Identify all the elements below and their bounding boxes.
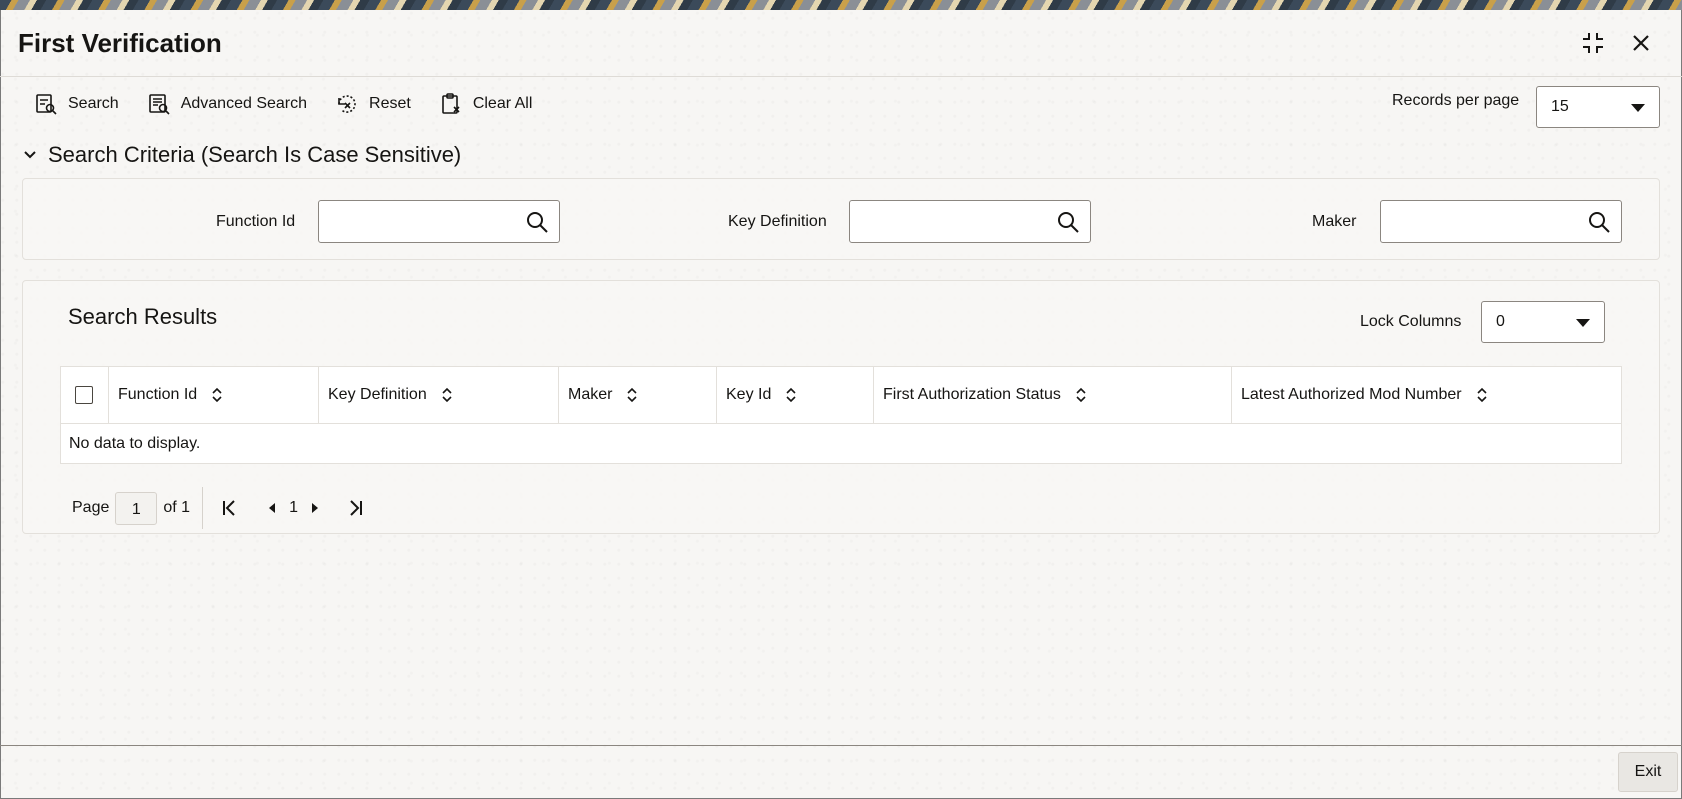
page-title: First Verification bbox=[18, 28, 222, 58]
page-number-input[interactable]: 1 bbox=[115, 491, 158, 525]
key-definition-input[interactable] bbox=[850, 201, 1050, 242]
dropdown-caret-icon bbox=[1631, 104, 1645, 112]
search-icon[interactable] bbox=[1056, 210, 1080, 234]
lock-columns-select[interactable]: 0 bbox=[1481, 301, 1605, 343]
clear-all-label: Clear All bbox=[472, 95, 533, 112]
sort-icon bbox=[1476, 387, 1487, 403]
reset-button[interactable]: Reset bbox=[335, 90, 411, 118]
results-table: Function Id Key Definition Maker Key Id … bbox=[60, 366, 1622, 464]
pagination: Page 1 of 1 1 bbox=[72, 487, 368, 529]
search-icon[interactable] bbox=[525, 210, 549, 234]
maker-label: Maker bbox=[1312, 213, 1357, 230]
maximize-button[interactable] bbox=[1580, 30, 1606, 56]
function-id-field bbox=[318, 200, 560, 243]
clear-all-button[interactable]: Clear All bbox=[439, 90, 533, 118]
select-all-checkbox[interactable] bbox=[75, 386, 93, 404]
sort-icon bbox=[1076, 387, 1086, 403]
search-results-title: Search Results bbox=[68, 304, 218, 329]
records-per-page-value: 15 bbox=[1551, 98, 1569, 115]
page-label: Page bbox=[72, 499, 110, 516]
column-header-key-id[interactable]: Key Id bbox=[717, 367, 874, 423]
select-all-cell bbox=[61, 367, 109, 423]
first-page-button[interactable] bbox=[217, 495, 243, 521]
search-button[interactable]: Search bbox=[34, 90, 119, 118]
footer-divider bbox=[0, 745, 1682, 746]
key-definition-field bbox=[849, 200, 1091, 243]
advanced-search-label: Advanced Search bbox=[180, 95, 308, 112]
last-page-icon bbox=[350, 500, 362, 516]
advanced-search-icon bbox=[148, 94, 170, 115]
column-header-key-definition[interactable]: Key Definition bbox=[319, 367, 559, 423]
column-label: Function Id bbox=[118, 386, 198, 403]
maximize-icon bbox=[1583, 33, 1603, 53]
function-id-input[interactable] bbox=[319, 201, 519, 242]
search-doc-icon bbox=[36, 94, 57, 115]
title-divider bbox=[0, 76, 1682, 77]
sort-icon bbox=[442, 387, 452, 403]
column-label: Key Id bbox=[726, 386, 772, 403]
lock-columns-value: 0 bbox=[1496, 313, 1505, 330]
table-header: Function Id Key Definition Maker Key Id … bbox=[61, 367, 1621, 424]
records-per-page-label: Records per page bbox=[1392, 92, 1520, 109]
caret-left-icon bbox=[269, 503, 276, 513]
sort-icon bbox=[627, 387, 638, 403]
column-label: Key Definition bbox=[328, 386, 427, 403]
search-button-label: Search bbox=[68, 95, 119, 112]
column-header-latest-authorized-mod-number[interactable]: Latest Authorized Mod Number bbox=[1232, 367, 1621, 423]
caret-right-icon bbox=[311, 503, 318, 513]
empty-table-message: No data to display. bbox=[69, 434, 201, 452]
current-page-number[interactable]: 1 bbox=[289, 499, 298, 517]
lock-columns-label: Lock Columns bbox=[1360, 313, 1462, 330]
decorative-banner bbox=[0, 0, 1682, 10]
reset-icon bbox=[338, 95, 356, 113]
advanced-search-button[interactable]: Advanced Search bbox=[147, 90, 307, 118]
sort-icon bbox=[212, 387, 222, 403]
first-page-icon bbox=[223, 500, 235, 516]
search-criteria-title: Search Criteria (Search Is Case Sensitiv… bbox=[48, 142, 462, 167]
exit-button[interactable]: Exit bbox=[1618, 752, 1678, 792]
previous-page-button[interactable] bbox=[259, 495, 285, 521]
key-definition-label: Key Definition bbox=[728, 213, 827, 230]
maker-field bbox=[1380, 200, 1622, 243]
sort-icon bbox=[786, 387, 796, 403]
column-header-maker[interactable]: Maker bbox=[559, 367, 717, 423]
records-per-page-select[interactable]: 15 bbox=[1536, 86, 1660, 128]
column-label: Latest Authorized Mod Number bbox=[1241, 386, 1462, 403]
chevron-down-icon bbox=[24, 151, 36, 159]
column-header-function-id[interactable]: Function Id bbox=[109, 367, 319, 423]
column-label: First Authorization Status bbox=[883, 386, 1061, 403]
close-button[interactable] bbox=[1628, 30, 1654, 56]
reset-label: Reset bbox=[369, 95, 411, 112]
function-id-label: Function Id bbox=[216, 213, 296, 230]
column-label: Maker bbox=[568, 386, 613, 403]
close-icon bbox=[1633, 35, 1649, 51]
page-count-label: of 1 bbox=[163, 499, 191, 516]
clear-clipboard-icon bbox=[442, 93, 460, 114]
search-criteria-toggle[interactable]: Search Criteria (Search Is Case Sensitiv… bbox=[22, 142, 461, 168]
window-controls bbox=[1580, 30, 1654, 56]
next-page-button[interactable] bbox=[302, 495, 328, 521]
search-icon[interactable] bbox=[1587, 210, 1611, 234]
toolbar: Search Advanced Search Reset Clear All bbox=[34, 90, 532, 118]
maker-input[interactable] bbox=[1381, 201, 1581, 242]
dropdown-caret-icon bbox=[1576, 319, 1590, 327]
column-header-first-authorization-status[interactable]: First Authorization Status bbox=[874, 367, 1232, 423]
last-page-button[interactable] bbox=[342, 495, 368, 521]
pagination-divider bbox=[202, 487, 204, 529]
